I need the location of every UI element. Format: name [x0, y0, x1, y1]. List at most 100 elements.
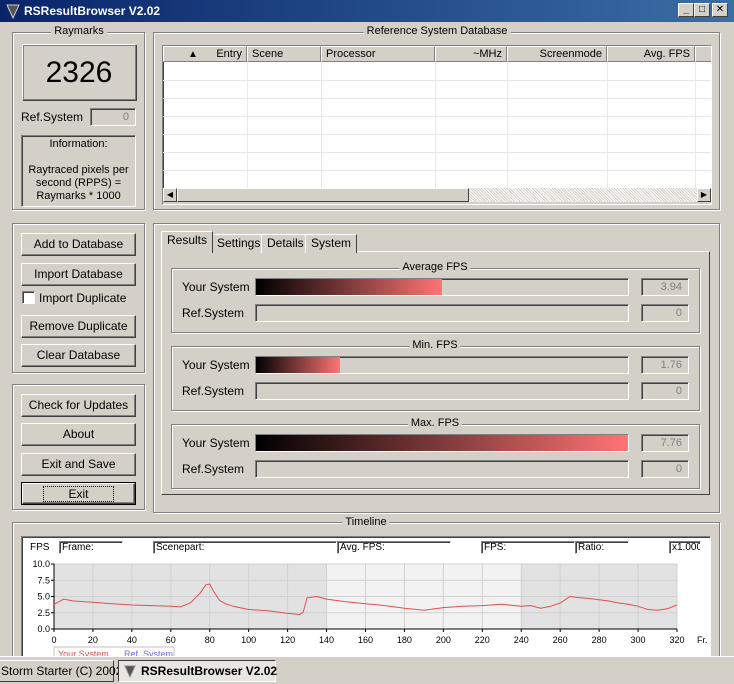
max-fps-ref-label: Ref.System: [182, 462, 245, 476]
y-tick-label: 2.5: [37, 608, 50, 618]
remove-duplicate-button[interactable]: Remove Duplicate: [21, 315, 136, 338]
raymarks-ref-value: 0: [90, 108, 136, 126]
column-header-screenmode[interactable]: Screenmode: [507, 46, 607, 62]
import-database-button[interactable]: Import Database: [21, 263, 136, 286]
import-duplicate-label[interactable]: Import Duplicate: [39, 291, 126, 305]
timeline-chart-area[interactable]: FPS Frame: Scenepart: Avg. FPS: FPS: Rat…: [21, 536, 711, 660]
y-tick-label: 5.0: [37, 592, 50, 602]
taskbar-item-label: RSResultBrowser V2.02: [141, 664, 278, 678]
average-fps-your-label: Your System: [182, 280, 250, 294]
x-tick-label: 240: [514, 635, 529, 645]
column-header-entry-label: Entry: [216, 48, 242, 60]
title-bar: RSResultBrowser V2.02 _ □ ✕: [0, 0, 734, 22]
x-tick-label: 0: [51, 635, 56, 645]
check-for-updates-button[interactable]: Check for Updates: [21, 394, 136, 417]
min-fps-ref-value: 0: [641, 382, 689, 400]
info-text: Raytraced pixels per second (RPPS) = Ray…: [28, 164, 129, 202]
grid-line: [163, 170, 711, 171]
max-fps-title: Max. FPS: [407, 417, 463, 430]
max-fps-your-value: 7.76: [641, 434, 689, 452]
taskbar-item-storm-starter[interactable]: Storm Starter (C) 2002: [0, 660, 122, 682]
add-to-database-button[interactable]: Add to Database: [21, 233, 136, 256]
tab-details[interactable]: Details: [261, 234, 310, 253]
average-fps-your-bar-fill: [256, 279, 442, 295]
average-fps-ref-label: Ref.System: [182, 306, 245, 320]
min-fps-your-bar-fill: [256, 357, 341, 373]
x-tick-label: 280: [592, 635, 607, 645]
exit-button-label: Exit: [43, 486, 114, 502]
min-fps-your-value: 1.76: [641, 356, 689, 374]
scrollbar-track[interactable]: [469, 188, 699, 202]
tab-settings[interactable]: Settings: [211, 234, 267, 253]
tab-results[interactable]: Results: [161, 231, 214, 253]
info-title: Information:: [49, 138, 108, 150]
raymarks-score: 2326: [22, 44, 136, 100]
column-header-scene[interactable]: Scene: [247, 46, 321, 62]
app-icon: [6, 4, 20, 19]
x-tick-label: 300: [631, 635, 646, 645]
x-tick-label: 20: [88, 635, 98, 645]
maximize-button[interactable]: □: [694, 3, 710, 17]
database-table[interactable]: ▲ Entry Scene Processor ~MHz Screenmode …: [162, 45, 712, 205]
timeline-chart[interactable]: 0.0 2.5 5.0 7.5 10.0 0 20 40 60 80 100 120 140 160 180…: [22, 537, 711, 660]
x-tick-label: 60: [166, 635, 176, 645]
average-fps-title: Average FPS: [399, 261, 471, 274]
min-fps-title: Min. FPS: [409, 339, 461, 352]
x-tick-label: 120: [280, 635, 295, 645]
grid-line: [163, 98, 711, 99]
max-fps-ref-value: 0: [641, 460, 689, 478]
max-fps-your-bar-fill: [256, 435, 628, 451]
taskbar-item-rsresultbrowser[interactable]: RSResultBrowser V2.02: [118, 660, 278, 682]
exit-and-save-button[interactable]: Exit and Save: [21, 453, 136, 476]
sort-ascending-icon: ▲: [188, 49, 198, 60]
column-header-extra: [695, 46, 711, 62]
column-header-mhz[interactable]: ~MHz: [435, 46, 507, 62]
x-tick-label: 100: [241, 635, 256, 645]
close-button[interactable]: ✕: [712, 3, 728, 17]
average-fps-your-bar: [255, 278, 629, 296]
app-icon: [124, 665, 136, 678]
x-tick-label: 260: [553, 635, 568, 645]
min-fps-your-bar: [255, 356, 629, 374]
tab-system[interactable]: System: [305, 234, 358, 253]
window-title: RSResultBrowser V2.02: [24, 4, 161, 18]
x-tick-label: 180: [397, 635, 412, 645]
x-tick-label: 200: [436, 635, 451, 645]
x-tick-label: 220: [475, 635, 490, 645]
scroll-right-icon[interactable]: ▶: [697, 188, 711, 202]
y-tick-label: 7.5: [37, 575, 50, 585]
average-fps-ref-value: 0: [641, 304, 689, 322]
grid-line: [163, 134, 711, 135]
average-fps-your-value: 3.94: [641, 278, 689, 296]
scrollbar-thumb[interactable]: [177, 188, 469, 202]
x-axis-unit-label: Fr.: [697, 635, 708, 645]
y-tick-label: 0.0: [37, 624, 50, 634]
scroll-left-icon[interactable]: ◀: [163, 188, 177, 202]
y-tick-label: 10.0: [32, 559, 50, 569]
raymarks-ref-label: Ref.System: [21, 110, 84, 124]
x-tick-label: 40: [127, 635, 137, 645]
grid-line: [163, 116, 711, 117]
x-tick-label: 80: [205, 635, 215, 645]
about-button[interactable]: About: [21, 423, 136, 446]
timeline-title: Timeline: [342, 516, 390, 529]
max-fps-your-bar: [255, 434, 629, 452]
exit-button[interactable]: Exit: [21, 482, 136, 505]
x-tick-label: 140: [319, 635, 334, 645]
x-tick-label: 160: [358, 635, 373, 645]
column-header-entry[interactable]: ▲ Entry: [163, 46, 247, 62]
max-fps-your-label: Your System: [182, 436, 250, 450]
grid-line: [163, 152, 711, 153]
taskbar: Storm Starter (C) 2002 RSResultBrowser V…: [0, 656, 734, 684]
horizontal-scrollbar[interactable]: ◀ ▶: [163, 188, 711, 204]
database-group-title: Reference System Database: [363, 25, 511, 38]
average-fps-ref-bar: [255, 304, 629, 322]
grid-line: [163, 80, 711, 81]
min-fps-ref-bar: [255, 382, 629, 400]
import-duplicate-checkbox[interactable]: [22, 291, 35, 304]
raymarks-group-title: Raymarks: [51, 25, 107, 38]
minimize-button[interactable]: _: [678, 3, 694, 17]
column-header-avg-fps[interactable]: Avg. FPS: [607, 46, 695, 62]
column-header-processor[interactable]: Processor: [321, 46, 435, 62]
clear-database-button[interactable]: Clear Database: [21, 344, 136, 367]
